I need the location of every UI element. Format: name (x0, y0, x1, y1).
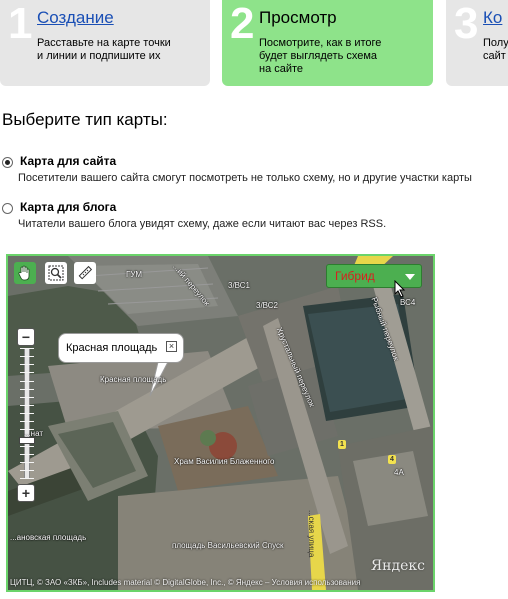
zoom-control: − + (17, 328, 37, 504)
map-label: Храм Василия Блаженного (174, 457, 275, 466)
zoom-tick (20, 356, 34, 357)
zoom-area-icon (48, 265, 64, 281)
ruler-icon (78, 265, 93, 280)
map-label: площадь Васильевский Спуск (172, 541, 284, 550)
hand-tool-button[interactable] (14, 262, 36, 284)
radio-selected-dot (5, 160, 10, 165)
placemark-balloon[interactable]: Красная площадь × (58, 333, 184, 363)
yandex-logo: Яндекс (370, 558, 425, 574)
map-label: 3/ВС1 (228, 281, 250, 290)
map-label: ...нат (24, 429, 44, 438)
map-label: 4A (394, 468, 404, 477)
map-label: 3/ВС2 (256, 301, 278, 310)
step-code-link[interactable]: Ко (483, 8, 502, 27)
zoom-tick (20, 364, 34, 365)
step-title: Ко (483, 8, 502, 28)
zoom-slider-handle[interactable] (19, 437, 35, 444)
zoom-tick (20, 421, 34, 422)
step-description: Посмотрите, как в итоге будет выглядеть … (259, 37, 382, 75)
step-create-link[interactable]: Создание (37, 8, 114, 27)
mouse-cursor-icon (394, 280, 406, 298)
step-number: 1 (8, 0, 33, 48)
zoom-tick (20, 389, 34, 390)
zoom-slider-track[interactable] (19, 348, 35, 479)
zoom-tick (20, 348, 34, 349)
zoom-in-button[interactable]: + (17, 484, 35, 502)
option-description: Читатели вашего блога увидят схему, даже… (18, 218, 387, 230)
zoom-tick (20, 372, 34, 373)
zoom-tick (20, 462, 34, 463)
ruler-tool-button[interactable] (74, 262, 96, 284)
map-copyright[interactable]: ЦИТЦ, © ЗАО «ЗКБ», Includes material © D… (10, 578, 360, 587)
map-label: Красная площадь (100, 375, 167, 384)
close-icon[interactable]: × (166, 341, 177, 352)
zoom-tick (20, 478, 34, 479)
zoom-tick (20, 454, 34, 455)
step-number: 2 (230, 0, 255, 48)
zoom-tick (20, 405, 34, 406)
zoom-tick (20, 381, 34, 382)
step-title: Создание (37, 8, 114, 28)
step-description: Расставьте на карте точки и линии и подп… (37, 37, 171, 62)
map-type-heading: Выберите тип карты: (2, 110, 168, 129)
map-layer-select[interactable]: Гибрид (326, 264, 422, 288)
step-preview: 2 Просмотр Посмотрите, как в итоге будет… (222, 0, 433, 86)
step-number: 3 (454, 0, 479, 48)
map-label: ГУМ (126, 270, 143, 279)
hand-icon (18, 265, 30, 281)
zoom-tick (20, 470, 34, 471)
step-code[interactable]: 3 Ко Полу сайт (446, 0, 508, 86)
map-label: ВС4 (400, 298, 416, 307)
radio-blog-map[interactable] (2, 203, 13, 214)
step-create[interactable]: 1 Создание Расставьте на карте точки и л… (0, 0, 210, 86)
map-preview-frame: − + Гибрид Красная площадь × ГУМ 3/ВС1 3… (6, 254, 435, 592)
map-view[interactable]: − + Гибрид Красная площадь × ГУМ 3/ВС1 3… (8, 256, 433, 590)
step-description: Полу сайт (483, 37, 508, 62)
option-title[interactable]: Карта для сайта (20, 154, 116, 168)
map-label: 1 (338, 440, 346, 449)
balloon-text: Красная площадь (66, 342, 158, 354)
option-description: Посетители вашего сайта смогут посмотрет… (18, 172, 472, 184)
map-layer-label: Гибрид (335, 269, 375, 283)
option-title[interactable]: Карта для блога (20, 200, 116, 214)
chevron-down-icon (405, 274, 415, 280)
radio-site-map[interactable] (2, 157, 13, 168)
zoom-tick (20, 397, 34, 398)
map-label: ...ановская площадь (10, 533, 87, 542)
zoom-tick (20, 413, 34, 414)
map-label: 4 (388, 455, 396, 464)
zoom-tick (20, 446, 34, 447)
zoom-out-button[interactable]: − (17, 328, 35, 346)
map-label: ...ская улица (307, 510, 316, 558)
zoom-area-tool-button[interactable] (45, 262, 67, 284)
step-title: Просмотр (259, 8, 337, 27)
